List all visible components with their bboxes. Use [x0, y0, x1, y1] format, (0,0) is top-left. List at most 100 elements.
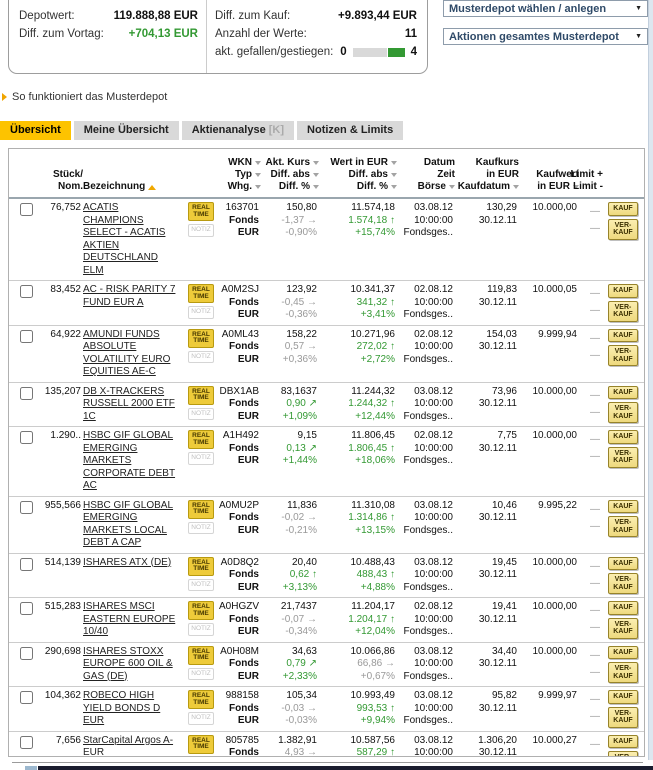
position-name-link[interactable]: ACATIS CHAMPIONS SELECT - ACATIS AKTIEN …: [83, 202, 185, 277]
aktionen-select[interactable]: Aktionen gesamtes Musterdepot ▼: [443, 28, 648, 45]
kauf-button[interactable]: KAUF: [608, 557, 638, 571]
kauf-button[interactable]: KAUF: [608, 735, 638, 749]
kauf-button[interactable]: KAUF: [608, 386, 638, 400]
tab-notizen-limits[interactable]: Notizen & Limits: [297, 121, 403, 140]
row-checkbox[interactable]: [20, 285, 33, 298]
row-checkbox[interactable]: [20, 558, 33, 571]
realtime-badge[interactable]: REALTIME: [188, 202, 214, 221]
tab-uebersicht[interactable]: Übersicht: [0, 121, 71, 140]
realtime-badge[interactable]: REALTIME: [188, 430, 214, 449]
zeit-value: 10:00:00: [397, 215, 453, 228]
realtime-badge[interactable]: REALTIME: [188, 690, 214, 709]
column-header-label: Limit +: [570, 169, 603, 181]
notiz-badge[interactable]: NOTIZ: [188, 668, 214, 681]
row-checkbox[interactable]: [20, 647, 33, 660]
realtime-badge[interactable]: REALTIME: [188, 329, 214, 348]
position-name-link[interactable]: ISHARES STOXX EUROPE 600 OIL & GAS (DE): [83, 646, 185, 684]
row-checkbox[interactable]: [20, 602, 33, 615]
musterdepot-select[interactable]: Musterdepot wählen / anlegen ▼: [443, 0, 648, 17]
position-name-link[interactable]: StarCapital Argos A-EUR: [83, 735, 185, 758]
info-link[interactable]: So funktioniert das Musterdepot: [12, 91, 167, 103]
notiz-badge[interactable]: NOTIZ: [188, 757, 214, 758]
row-checkbox[interactable]: [20, 203, 33, 216]
notiz-badge[interactable]: NOTIZ: [188, 408, 214, 421]
position-quantity: 290,698: [35, 646, 83, 684]
positions-panel: Stück/Nom.BezeichnungWKNTypWhg.Akt. Kurs…: [8, 148, 645, 757]
kauf-button[interactable]: KAUF: [608, 284, 638, 298]
header-col-wkn: WKNTypWhg.: [215, 157, 261, 193]
limit-plus-value: —: [579, 736, 600, 753]
realtime-badge[interactable]: REALTIME: [188, 601, 214, 620]
verkauf-button[interactable]: VER-KAUF: [608, 751, 638, 757]
column-header-label: in EUR: [537, 181, 570, 193]
whg-value: EUR: [215, 354, 259, 367]
position-quantity: 514,139: [35, 557, 83, 595]
wkn-value: DBX1AB: [215, 386, 259, 399]
sort-ascending-icon[interactable]: [148, 185, 156, 190]
position-name-link[interactable]: AC - RISK PARITY 7 FUND EUR A: [83, 284, 185, 309]
realtime-badge[interactable]: REALTIME: [188, 646, 214, 665]
verkauf-button[interactable]: VER-KAUF: [608, 447, 638, 468]
row-checkbox[interactable]: [20, 387, 33, 400]
notiz-badge[interactable]: NOTIZ: [188, 452, 214, 465]
vortag-label: Diff. zum Vortag:: [19, 28, 104, 40]
row-checkbox[interactable]: [20, 736, 33, 749]
tab-meine-uebersicht[interactable]: Meine Übersicht: [74, 121, 179, 140]
realtime-badge[interactable]: REALTIME: [188, 557, 214, 576]
kurs-diff-pct: +2,33%: [261, 671, 317, 684]
kauf-button[interactable]: KAUF: [608, 646, 638, 660]
position-name-link[interactable]: HSBC GIF GLOBAL EMERGING MARKETS CORPORA…: [83, 430, 185, 493]
notiz-badge[interactable]: NOTIZ: [188, 306, 214, 319]
verkauf-button[interactable]: VER-KAUF: [608, 662, 638, 683]
header-col-datum: DatumZeitBörse: [397, 157, 455, 193]
verkauf-button[interactable]: VER-KAUF: [608, 402, 638, 423]
position-name-link[interactable]: AMUNDI FUNDS ABSOLUTE VOLATILITY EURO EQ…: [83, 329, 185, 379]
boerse-value: Fondsges..: [397, 671, 453, 684]
row-checkbox[interactable]: [20, 691, 33, 704]
notiz-badge[interactable]: NOTIZ: [188, 623, 214, 636]
kauf-button[interactable]: KAUF: [608, 500, 638, 514]
updown-label: akt. gefallen/gestiegen:: [215, 46, 333, 58]
row-checkbox[interactable]: [20, 501, 33, 514]
verkauf-button[interactable]: VER-KAUF: [608, 707, 638, 728]
row-checkbox[interactable]: [20, 431, 33, 444]
wkn-value: A0HGZV: [215, 601, 259, 614]
position-name-link[interactable]: ISHARES MSCI EASTERN EUROPE 10/40: [83, 601, 185, 639]
trend-up-icon: ↑: [390, 297, 395, 308]
kauf-button[interactable]: KAUF: [608, 601, 638, 615]
kauf-button[interactable]: KAUF: [608, 202, 638, 216]
position-name-link[interactable]: ROBECO HIGH YIELD BONDS D EUR: [83, 690, 185, 728]
notiz-badge[interactable]: NOTIZ: [188, 579, 214, 592]
position-name-link[interactable]: ISHARES ATX (DE): [83, 557, 185, 570]
row-checkbox[interactable]: [20, 330, 33, 343]
verkauf-button[interactable]: VER-KAUF: [608, 573, 638, 594]
kaufwert-value: 10.000,05: [519, 284, 577, 297]
realtime-badge[interactable]: REALTIME: [188, 284, 214, 303]
kauf-button[interactable]: KAUF: [608, 430, 638, 444]
whg-value: EUR: [215, 455, 259, 468]
kurs-value: 123,92: [261, 284, 317, 297]
realtime-badge[interactable]: REALTIME: [188, 500, 214, 519]
kurs-value: 34,63: [261, 646, 317, 659]
verkauf-button[interactable]: VER-KAUF: [608, 345, 638, 366]
kaufdatum-value: 30.12.11: [455, 443, 517, 456]
info-link-row: So funktioniert das Musterdepot: [2, 91, 167, 103]
verkauf-button[interactable]: VER-KAUF: [608, 301, 638, 322]
notiz-badge[interactable]: NOTIZ: [188, 522, 214, 535]
verkauf-button[interactable]: VER-KAUF: [608, 516, 638, 537]
verkauf-button[interactable]: VER-KAUF: [608, 219, 638, 240]
verkauf-button[interactable]: VER-KAUF: [608, 618, 638, 639]
realtime-badge[interactable]: REALTIME: [188, 386, 214, 405]
notiz-badge[interactable]: NOTIZ: [188, 712, 214, 725]
zeit-value: 10:00:00: [397, 341, 453, 354]
kauf-button[interactable]: KAUF: [608, 329, 638, 343]
notiz-badge[interactable]: NOTIZ: [188, 351, 214, 364]
limit-plus-value: —: [579, 285, 600, 302]
kauf-button[interactable]: KAUF: [608, 690, 638, 704]
position-name-link[interactable]: HSBC GIF GLOBAL EMERGING MARKETS LOCAL D…: [83, 500, 185, 550]
tab-aktienanalyse[interactable]: Aktienanalyse [K]: [182, 121, 294, 140]
notiz-badge[interactable]: NOTIZ: [188, 224, 214, 237]
realtime-badge[interactable]: REALTIME: [188, 735, 214, 754]
position-name-link[interactable]: DB X-TRACKERS RUSSELL 2000 ETF 1C: [83, 386, 185, 424]
column-header-label: Bezeichnung: [83, 181, 145, 193]
